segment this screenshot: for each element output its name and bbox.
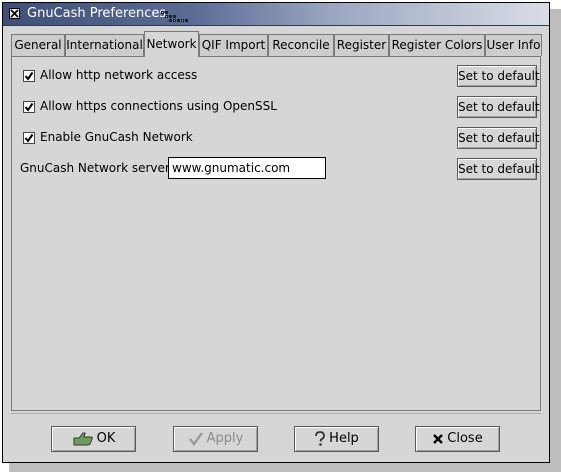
https-access-default-button[interactable]: Set to default xyxy=(457,96,540,118)
help-button[interactable]: Help xyxy=(294,426,379,452)
window-close-icon[interactable] xyxy=(9,8,20,19)
enable-network-checkbox[interactable] xyxy=(23,132,35,144)
apply-label: Apply xyxy=(206,431,244,446)
ok-hand-icon xyxy=(73,432,93,445)
preferences-window: GnuCash Preferences General Internationa… xyxy=(2,2,550,463)
checkmark-icon xyxy=(188,431,203,446)
https-access-label[interactable]: Allow https connections using OpenSSL xyxy=(40,99,277,113)
tab-international[interactable]: International xyxy=(65,34,144,56)
tab-network[interactable]: Network xyxy=(144,31,199,57)
ok-label: OK xyxy=(96,431,116,446)
enable-network-row: Enable GnuCash Network Set to default xyxy=(12,127,540,149)
x-close-icon xyxy=(433,433,444,444)
enable-network-label[interactable]: Enable GnuCash Network xyxy=(40,130,193,144)
apply-button[interactable]: Apply xyxy=(173,426,258,452)
checkmark-icon xyxy=(24,102,34,112)
server-input[interactable] xyxy=(168,157,326,179)
tab-user-info[interactable]: User Info xyxy=(485,34,542,56)
http-access-row: Allow http network access Set to default xyxy=(12,65,540,87)
ok-button[interactable]: OK xyxy=(51,426,136,452)
question-icon xyxy=(315,430,326,446)
preferences-tabs: General International Network QIF Import… xyxy=(11,31,542,57)
tab-reconcile[interactable]: Reconcile xyxy=(268,34,334,56)
https-access-checkbox[interactable] xyxy=(23,101,35,113)
title-grip-icon xyxy=(161,11,188,22)
http-access-checkbox[interactable] xyxy=(23,70,35,82)
title-bar[interactable]: GnuCash Preferences xyxy=(3,3,549,26)
tab-qif-import[interactable]: QIF Import xyxy=(199,34,268,56)
https-access-row: Allow https connections using OpenSSL Se… xyxy=(12,96,540,118)
checkmark-icon xyxy=(24,71,34,81)
checkmark-icon xyxy=(24,133,34,143)
window-title: GnuCash Preferences xyxy=(27,6,167,21)
server-label: GnuCash Network server: xyxy=(20,161,174,175)
close-label: Close xyxy=(447,431,483,446)
enable-network-default-button[interactable]: Set to default xyxy=(457,127,540,149)
dialog-action-bar: OK Apply Help Close xyxy=(11,413,541,458)
close-button[interactable]: Close xyxy=(415,426,500,452)
tab-register-colors[interactable]: Register Colors xyxy=(389,34,485,56)
http-access-default-button[interactable]: Set to default xyxy=(457,65,540,87)
server-default-button[interactable]: Set to default xyxy=(457,158,540,180)
tab-register[interactable]: Register xyxy=(334,34,389,56)
tab-general[interactable]: General xyxy=(11,34,65,56)
http-access-label[interactable]: Allow http network access xyxy=(40,68,197,82)
help-label: Help xyxy=(329,431,359,446)
network-panel: Allow http network access Set to default… xyxy=(11,56,541,411)
